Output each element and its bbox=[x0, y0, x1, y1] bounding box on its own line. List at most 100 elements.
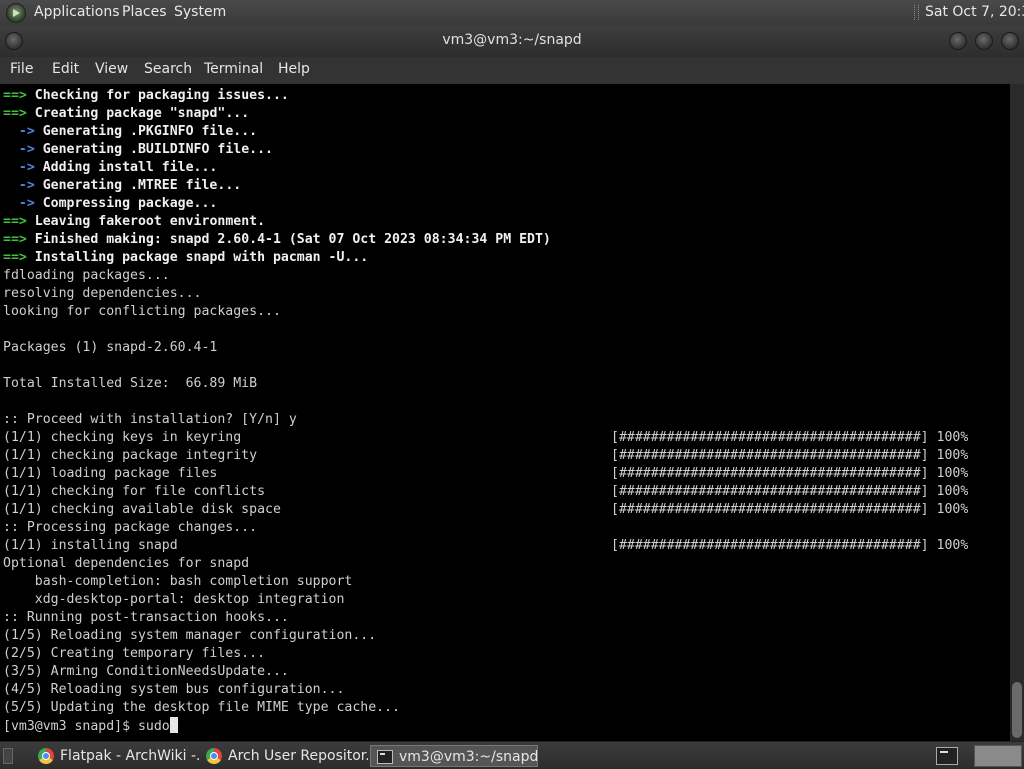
terminal-arrow: -> bbox=[3, 160, 35, 175]
terminal-line: (2/5) Creating temporary files... bbox=[3, 645, 1007, 663]
shell-prompt: [vm3@vm3 snapd]$ bbox=[3, 719, 138, 734]
prompt-line[interactable]: [vm3@vm3 snapd]$ sudo bbox=[3, 717, 1007, 735]
terminal-line: -> Adding install file... bbox=[3, 159, 1007, 177]
command-input[interactable]: sudo bbox=[138, 719, 170, 734]
task-terminal[interactable]: vm3@vm3:~/snapd bbox=[370, 745, 538, 767]
terminal-line: (1/1) checking for file conflicts [######… bbox=[3, 483, 1007, 501]
terminal-line-text: Checking for packaging issues... bbox=[26, 88, 289, 103]
terminal-line-text: (1/1) checking available disk space bbox=[3, 502, 281, 517]
terminal-line: (1/1) loading package files [############… bbox=[3, 465, 1007, 483]
terminal-line-text: (1/1) checking keys in keyring bbox=[3, 430, 242, 445]
terminal-line: -> Generating .BUILDINFO file... bbox=[3, 141, 1007, 159]
progress-bar-text: [######################################]… bbox=[611, 448, 969, 463]
terminal-line: (1/1) checking keys in keyring [#########… bbox=[3, 429, 1007, 447]
minimize-button[interactable] bbox=[949, 32, 967, 50]
terminal-line: Optional dependencies for snapd bbox=[3, 555, 1007, 573]
menu-search[interactable]: Search bbox=[144, 57, 192, 84]
terminal-line-text: Creating package "snapd"... bbox=[26, 106, 250, 121]
close-button[interactable] bbox=[1001, 32, 1019, 50]
terminal-line: xdg-desktop-portal: desktop integration bbox=[3, 591, 1007, 609]
progress-bar-text: [######################################]… bbox=[611, 466, 969, 481]
terminal-line: (1/1) checking available disk space [####… bbox=[3, 501, 1007, 519]
progress-bar-text: [######################################]… bbox=[611, 430, 969, 445]
places-menu[interactable]: Places bbox=[122, 0, 167, 25]
terminal-line-text: (1/1) installing snapd bbox=[3, 538, 178, 553]
terminal-line: -> Generating .MTREE file... bbox=[3, 177, 1007, 195]
menu-help[interactable]: Help bbox=[278, 57, 310, 84]
terminal-line: ==> Leaving fakeroot environment. bbox=[3, 213, 1007, 231]
terminal-line-text: :: Running post-transaction hooks... bbox=[3, 610, 289, 625]
task-label: Flatpak - ArchWiki -... bbox=[60, 748, 200, 764]
terminal-line-text: Generating .BUILDINFO file... bbox=[34, 142, 273, 157]
terminal-line-text: Total Installed Size: 66.89 MiB bbox=[3, 376, 258, 391]
terminal-line-text: (2/5) Creating temporary files... bbox=[3, 646, 266, 661]
window-title-bar[interactable]: vm3@vm3:~/snapd bbox=[0, 25, 1024, 57]
system-menu[interactable]: System bbox=[174, 0, 226, 25]
terminal-line: :: Proceed with installation? [Y/n] y bbox=[3, 411, 1007, 429]
distro-logo-icon[interactable] bbox=[6, 3, 26, 23]
terminal-line: ==> Checking for packaging issues... bbox=[3, 87, 1007, 105]
clock[interactable]: Sat Oct 7, 20:35 bbox=[925, 0, 1024, 25]
terminal-line-text: Compressing package... bbox=[34, 196, 218, 211]
chrome-icon bbox=[38, 748, 54, 764]
menu-edit[interactable]: Edit bbox=[52, 57, 79, 84]
terminal-arrow: -> bbox=[3, 196, 35, 211]
terminal-line-text: Adding install file... bbox=[34, 160, 218, 175]
terminal-line: (5/5) Updating the desktop file MIME typ… bbox=[3, 699, 1007, 717]
task-flatpak-archwiki[interactable]: Flatpak - ArchWiki -... bbox=[32, 745, 200, 767]
terminal-output: ==> Checking for packaging issues... ==> … bbox=[3, 87, 1007, 735]
progress-bar-text: [######################################]… bbox=[611, 484, 969, 499]
terminal-line-text: looking for conflicting packages... bbox=[3, 304, 281, 319]
terminal-line: fdloading packages... bbox=[3, 267, 1007, 285]
terminal-arrow: ==> bbox=[3, 214, 27, 229]
terminal-line-text: fdloading packages... bbox=[3, 268, 170, 283]
terminal-line: (1/1) checking package integrity [#######… bbox=[3, 447, 1007, 465]
terminal-line: bash-completion: bash completion support bbox=[3, 573, 1007, 591]
terminal-line: -> Compressing package... bbox=[3, 195, 1007, 213]
task-arch-user-repository[interactable]: Arch User Repositor... bbox=[200, 745, 368, 767]
terminal-line: (1/5) Reloading system manager configura… bbox=[3, 627, 1007, 645]
terminal-line-text: (3/5) Arming ConditionNeedsUpdate... bbox=[3, 664, 289, 679]
terminal-line: Total Installed Size: 66.89 MiB bbox=[3, 375, 1007, 393]
maximize-button[interactable] bbox=[975, 32, 993, 50]
task-label: vm3@vm3:~/snapd bbox=[399, 749, 538, 765]
terminal-scrollbar[interactable] bbox=[1010, 84, 1024, 741]
terminal-tray-icon[interactable] bbox=[936, 747, 958, 765]
terminal-line-text: (5/5) Updating the desktop file MIME typ… bbox=[3, 700, 400, 715]
terminal-line: -> Generating .PKGINFO file... bbox=[3, 123, 1007, 141]
window-title: vm3@vm3:~/snapd bbox=[442, 32, 582, 48]
show-desktop-button[interactable] bbox=[3, 748, 13, 764]
terminal-line-text: Optional dependencies for snapd bbox=[3, 556, 250, 571]
bottom-panel: Flatpak - ArchWiki -... Arch User Reposi… bbox=[0, 741, 1024, 769]
terminal-line: looking for conflicting packages... bbox=[3, 303, 1007, 321]
terminal-line-text: Packages (1) snapd-2.60.4-1 bbox=[3, 340, 218, 355]
terminal-line: ==> Finished making: snapd 2.60.4-1 (Sat… bbox=[3, 231, 1007, 249]
terminal-arrow: ==> bbox=[3, 106, 27, 121]
menu-terminal[interactable]: Terminal bbox=[204, 57, 263, 84]
terminal-arrow: -> bbox=[3, 124, 35, 139]
task-label: Arch User Repositor... bbox=[228, 748, 368, 764]
terminal-view[interactable]: ==> Checking for packaging issues... ==> … bbox=[0, 84, 1010, 741]
terminal-line-text: Finished making: snapd 2.60.4-1 (Sat 07 … bbox=[26, 232, 551, 247]
terminal-line-text: Installing package snapd with pacman -U.… bbox=[26, 250, 369, 265]
progress-bar-text: [######################################]… bbox=[611, 502, 969, 517]
terminal-line-text: Generating .PKGINFO file... bbox=[34, 124, 258, 139]
terminal-line: :: Processing package changes... bbox=[3, 519, 1007, 537]
terminal-line-text: (1/5) Reloading system manager configura… bbox=[3, 628, 377, 643]
terminal-line-text: resolving dependencies... bbox=[3, 286, 202, 301]
top-panel: Applications Places System Sat Oct 7, 20… bbox=[0, 0, 1024, 25]
terminal-line-text: (1/1) loading package files bbox=[3, 466, 218, 481]
terminal-line-text: (4/5) Reloading system bus configuration… bbox=[3, 682, 345, 697]
terminal-line-text: :: Proceed with installation? [Y/n] y bbox=[3, 412, 297, 427]
terminal-line: (1/1) installing snapd [#################… bbox=[3, 537, 1007, 555]
applications-menu[interactable]: Applications bbox=[34, 0, 120, 25]
scrollbar-thumb[interactable] bbox=[1012, 682, 1022, 738]
menu-view[interactable]: View bbox=[95, 57, 128, 84]
menu-file[interactable]: File bbox=[10, 57, 33, 84]
terminal-line: (4/5) Reloading system bus configuration… bbox=[3, 681, 1007, 699]
workspace-switcher[interactable] bbox=[974, 745, 1022, 767]
terminal-line-text: xdg-desktop-portal: desktop integration bbox=[3, 592, 345, 607]
